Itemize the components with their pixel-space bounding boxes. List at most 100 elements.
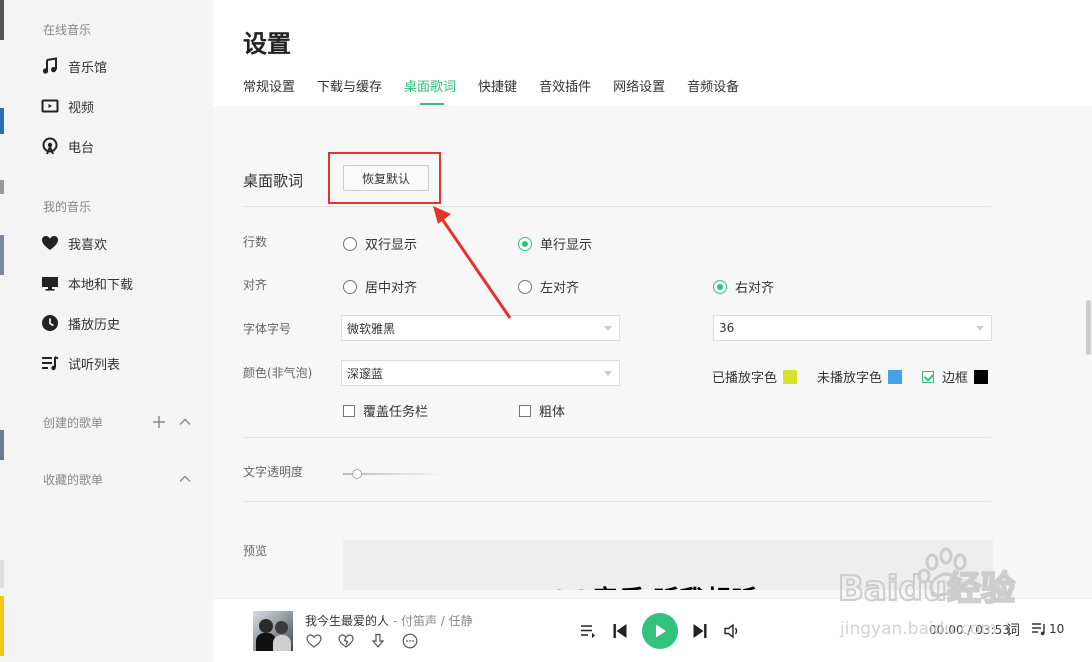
- monitor-icon: [41, 274, 59, 292]
- previous-icon[interactable]: [610, 621, 630, 641]
- plus-icon[interactable]: [151, 414, 167, 430]
- font-family-select[interactable]: 微软雅黑: [341, 315, 620, 341]
- sidebar-item-radio[interactable]: 电台: [41, 135, 94, 157]
- more-icon[interactable]: [401, 632, 419, 650]
- font-label: 字体字号: [243, 322, 292, 336]
- sidebar: 在线音乐 音乐馆 视频 电台 我的音乐 我喜欢 本地和下载 播放历史 试听列表 …: [5, 0, 213, 662]
- page-title: 设置: [243, 30, 291, 58]
- play-mode-icon[interactable]: [578, 621, 598, 641]
- unplayed-color-item: 未播放字色: [817, 367, 903, 386]
- sidebar-item-label: 试听列表: [68, 357, 121, 373]
- chevron-down-icon: [604, 326, 612, 331]
- radio-label: 居中对齐: [365, 281, 418, 296]
- download-icon[interactable]: [369, 632, 387, 650]
- song-actions: [305, 632, 433, 650]
- preview-label: 预览: [243, 544, 268, 558]
- tab-desktop-lyrics[interactable]: 桌面歌词: [404, 76, 456, 105]
- radio-align-left[interactable]: 左对齐: [518, 277, 579, 296]
- playlist-button[interactable]: 10: [1031, 622, 1064, 636]
- color-label: 颜色(非气泡): [243, 366, 313, 380]
- play-icon: [656, 624, 666, 638]
- unplayed-color-label: 未播放字色: [817, 371, 883, 386]
- radio-label: 右对齐: [735, 281, 775, 296]
- checkbox-label: 覆盖任务栏: [363, 405, 429, 420]
- created-playlists-title: 创建的歌单: [43, 415, 104, 430]
- cover-taskbar-checkbox[interactable]: 覆盖任务栏: [343, 401, 428, 420]
- played-color-label: 已播放字色: [712, 371, 778, 386]
- playback-controls: [578, 613, 754, 649]
- sidebar-item-music-hall[interactable]: 音乐馆: [41, 55, 107, 77]
- chevron-down-icon: [976, 326, 984, 331]
- chevron-up-icon[interactable]: [177, 414, 193, 430]
- playlist-count: 10: [1049, 622, 1065, 636]
- settings-main: 设置 常规设置 下载与缓存 桌面歌词 快捷键 音效插件 网络设置 音频设备 桌面…: [213, 0, 1092, 662]
- heart-icon: [41, 234, 59, 252]
- border-label: 边框: [942, 371, 969, 386]
- radio-label: 双行显示: [365, 238, 418, 253]
- video-icon: [41, 97, 59, 115]
- chevron-up-icon[interactable]: [177, 471, 193, 487]
- checkbox-label: 粗体: [539, 405, 566, 420]
- song-artist[interactable]: 付笛声 / 任静: [401, 614, 473, 628]
- next-icon[interactable]: [690, 621, 710, 641]
- sidebar-item-label: 我喜欢: [68, 237, 108, 253]
- lines-label: 行数: [243, 235, 268, 249]
- select-value: 深邃蓝: [347, 366, 384, 381]
- collected-playlists-header: 收藏的歌单: [43, 469, 193, 489]
- opacity-slider[interactable]: [343, 469, 443, 479]
- tab-shortcuts[interactable]: 快捷键: [478, 76, 517, 105]
- sidebar-item-label: 音乐馆: [68, 60, 108, 76]
- radio-double-line[interactable]: 双行显示: [343, 234, 417, 253]
- highlight-box: [328, 152, 441, 204]
- radio-align-center[interactable]: 居中对齐: [343, 277, 417, 296]
- sidebar-item-favorites[interactable]: 我喜欢: [41, 232, 107, 254]
- divider: [243, 206, 991, 207]
- broken-heart-icon[interactable]: [337, 632, 355, 650]
- slider-handle[interactable]: [352, 469, 362, 479]
- tab-sound-plugins[interactable]: 音效插件: [539, 76, 591, 105]
- border-color-swatch[interactable]: [974, 369, 989, 384]
- album-cover[interactable]: [253, 611, 293, 651]
- tab-network[interactable]: 网络设置: [613, 76, 665, 105]
- song-title[interactable]: 我今生最爱的人: [305, 614, 389, 628]
- my-music-title: 我的音乐: [43, 200, 92, 214]
- font-size-select[interactable]: 36: [713, 315, 992, 341]
- radio-align-right[interactable]: 右对齐: [713, 277, 774, 296]
- volume-icon[interactable]: [722, 621, 742, 641]
- created-playlists-header: 创建的歌单: [43, 412, 193, 432]
- color-scheme-select[interactable]: 深邃蓝: [341, 360, 620, 386]
- now-playing: 我今生最爱的人 - 付笛声 / 任静: [305, 612, 473, 629]
- settings-tabs: 常规设置 下载与缓存 桌面歌词 快捷键 音效插件 网络设置 音频设备: [243, 76, 761, 105]
- radio-circle: [713, 279, 727, 294]
- scrollbar-thumb[interactable]: [1086, 300, 1091, 355]
- collected-playlists-title: 收藏的歌单: [43, 472, 104, 487]
- heart-icon[interactable]: [305, 632, 323, 650]
- select-value: 36: [719, 321, 735, 335]
- sidebar-item-label: 视频: [68, 100, 95, 116]
- sidebar-item-trial-list[interactable]: 试听列表: [41, 352, 120, 374]
- checkbox-box: [343, 404, 355, 417]
- border-checkbox[interactable]: 边框: [922, 367, 989, 386]
- play-button[interactable]: [642, 613, 678, 649]
- played-color-swatch[interactable]: [783, 369, 798, 384]
- online-music-title: 在线音乐: [43, 23, 92, 37]
- radio-single-line[interactable]: 单行显示: [518, 234, 592, 253]
- divider: [243, 437, 991, 438]
- chevron-down-icon: [604, 371, 612, 376]
- playlist-icon: [41, 354, 59, 372]
- tab-audio-device[interactable]: 音频设备: [687, 76, 739, 105]
- bold-checkbox[interactable]: 粗体: [519, 401, 565, 420]
- desktop-lyrics-panel: 桌面歌词 恢复默认 行数 双行显示 单行显示 对齐 居中对齐 左对齐 右对齐 字…: [213, 106, 1092, 598]
- radio-icon: [41, 137, 59, 155]
- tab-general[interactable]: 常规设置: [243, 76, 295, 105]
- radio-label: 左对齐: [540, 281, 580, 296]
- divider: [243, 501, 991, 502]
- desktop-lyrics-toggle[interactable]: 词: [1006, 620, 1020, 640]
- sidebar-item-history[interactable]: 播放历史: [41, 312, 120, 334]
- lyrics-preview: QQ音乐 听我想听: [343, 540, 993, 590]
- sidebar-item-video[interactable]: 视频: [41, 95, 94, 117]
- sidebar-item-local-downloads[interactable]: 本地和下载: [41, 272, 133, 294]
- unplayed-color-swatch[interactable]: [888, 369, 903, 384]
- opacity-label: 文字透明度: [243, 465, 304, 479]
- tab-download-cache[interactable]: 下载与缓存: [317, 76, 382, 105]
